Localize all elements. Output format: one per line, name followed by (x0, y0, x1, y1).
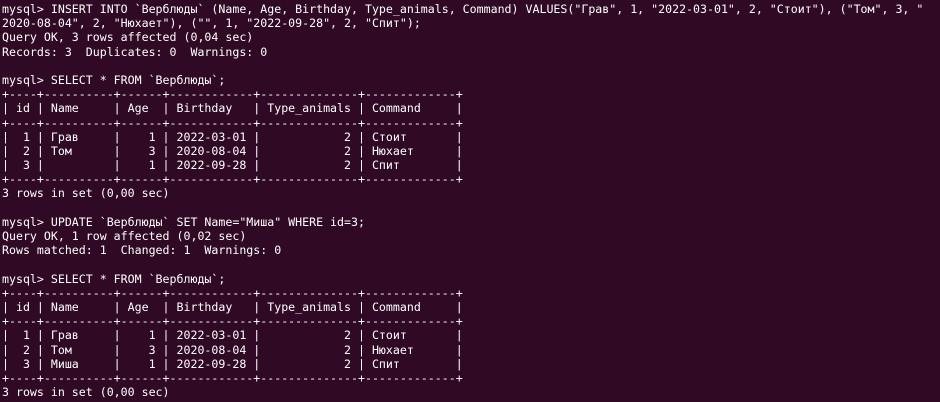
output-line: Query OK, 3 rows affected (0,04 sec) (2, 30, 254, 45)
table-border: +----+----------+------+------------+---… (2, 314, 463, 329)
output-line: Query OK, 1 row affected (0,02 sec) (2, 229, 247, 243)
table-row: | 3 | | 1 | 2022-09-28 | 2 | Спит | (2, 158, 463, 173)
table-header: | id | Name | Age | Birthday | Type_anim… (2, 299, 463, 314)
table-border: +----+----------+------+------------+---… (2, 172, 463, 187)
output-line: Rows matched: 1 Changed: 1 Warnings: 0 (2, 243, 282, 258)
command-line-select: mysql> SELECT * FROM `Верблюды`; (2, 72, 226, 87)
table-border: +----+----------+------+------------+---… (2, 370, 463, 385)
table-border: +----+----------+------+------------+---… (2, 87, 463, 102)
table-border: +----+----------+------+------------+---… (2, 115, 463, 130)
table-row: | 2 | Том | 3 | 2020-08-04 | 2 | Нюхает … (2, 342, 463, 357)
table-row: | 1 | Грав | 1 | 2022-03-01 | 2 | Стоит … (2, 129, 463, 144)
output-line: 3 rows in set (0,00 sec) (2, 385, 170, 400)
table-row: | 2 | Том | 3 | 2020-08-04 | 2 | Нюхает … (2, 143, 463, 158)
command-line-update: mysql> UPDATE `Верблюды` SET Name="Миша"… (2, 214, 365, 229)
command-line-insert-cont: 2020-08-04", 2, "Нюхает"), ("", 1, "2022… (2, 16, 421, 31)
terminal-window[interactable]: mysql> INSERT INTO `Верблюды` (Name, Age… (0, 0, 940, 402)
output-line: Records: 3 Duplicates: 0 Warnings: 0 (2, 44, 268, 59)
table-border: +----+----------+------+------------+---… (2, 285, 463, 300)
table-row: | 3 | Миша | 1 | 2022-09-28 | 2 | Спит | (2, 356, 463, 371)
command-line-select: mysql> SELECT * FROM `Верблюды`; (2, 271, 226, 286)
command-line-insert: mysql> INSERT INTO `Верблюды` (Name, Age… (2, 2, 924, 16)
table-header: | id | Name | Age | Birthday | Type_anim… (2, 101, 463, 116)
output-line: 3 rows in set (0,00 sec) (2, 186, 170, 201)
table-row: | 1 | Грав | 1 | 2022-03-01 | 2 | Стоит … (2, 328, 463, 343)
